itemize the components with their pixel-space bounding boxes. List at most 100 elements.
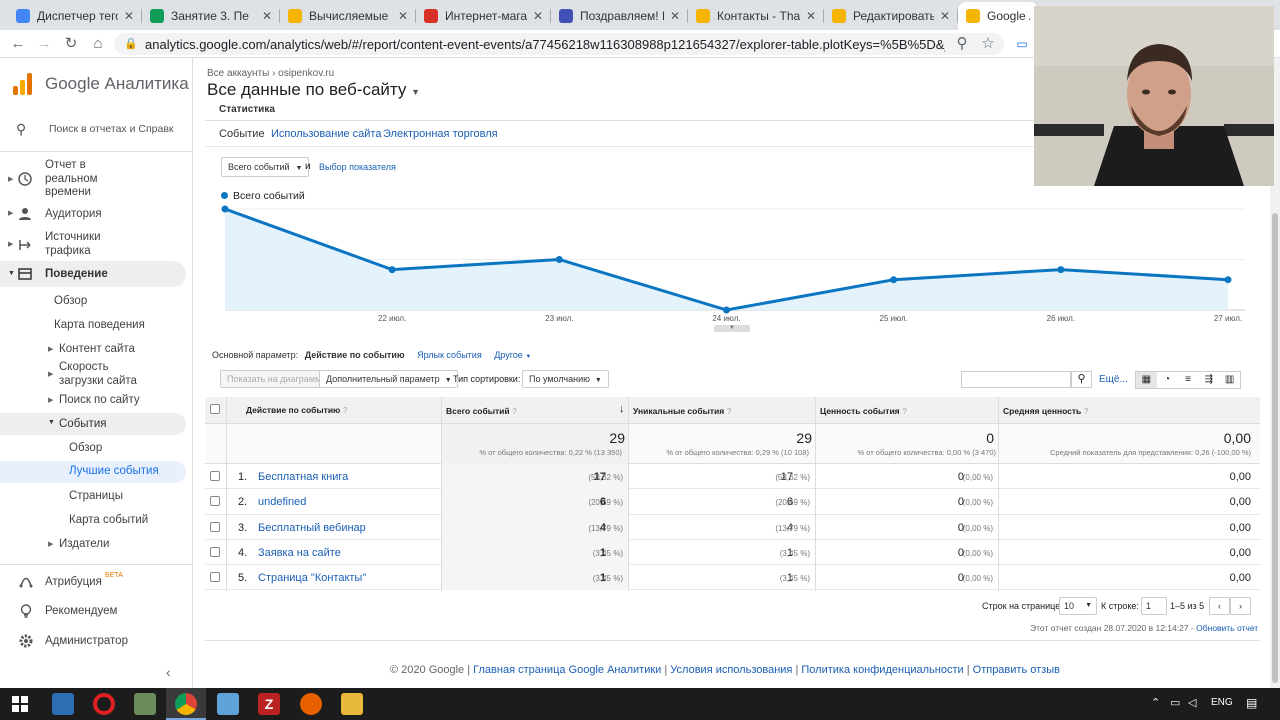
reload-icon[interactable]: ↻ [61, 34, 81, 54]
nav-site-content[interactable]: ▶ Контент сайта [0, 342, 186, 358]
nav-events-overview[interactable]: Обзор [0, 441, 186, 457]
search-icon[interactable]: ⚲ [1071, 371, 1092, 388]
breadcrumb-all-accounts[interactable]: Все аккаунты [207, 68, 269, 79]
nav-behavior-overview[interactable]: Обзор [0, 294, 186, 310]
firefox-icon[interactable] [300, 693, 322, 715]
home-icon[interactable]: ⌂ [88, 34, 108, 54]
dim-event-label[interactable]: Ярлык события [417, 350, 482, 360]
file-explorer-icon[interactable] [341, 693, 363, 715]
more-link[interactable]: Ещё... [1099, 374, 1128, 385]
nav-discover[interactable]: Рекомендуем [0, 602, 186, 620]
nav-acquisition[interactable]: ▶ Источники трафика [0, 229, 186, 259]
chart-point[interactable] [890, 276, 898, 284]
col-header-total-events[interactable]: Всего событий ? [446, 406, 517, 416]
collapse-sidebar-icon[interactable]: ‹ [166, 664, 171, 680]
dim-event-action[interactable]: Действие по событию [305, 350, 405, 360]
close-tab-icon[interactable]: ✕ [256, 9, 272, 23]
close-tab-icon[interactable]: ✕ [118, 9, 134, 23]
row-checkbox[interactable] [210, 471, 220, 481]
col-header-unique-events[interactable]: Уникальные события ? [633, 406, 732, 416]
pie-view-icon[interactable]: ◔ [1157, 372, 1178, 388]
nav-pages[interactable]: Страницы [0, 489, 186, 505]
sort-desc-icon[interactable]: ↓ [619, 403, 625, 415]
row-checkbox[interactable] [210, 572, 220, 583]
nav-realtime[interactable]: ▶ Отчет в реальном времени [0, 158, 186, 200]
language-indicator[interactable]: ENG [1211, 697, 1233, 708]
search-reports-input[interactable]: Поиск в отчетах и Справке [49, 123, 174, 135]
extension-icon[interactable]: ▭ [1012, 34, 1032, 54]
refresh-report-link[interactable]: Обновить отчет [1196, 623, 1258, 633]
breadcrumb-site[interactable]: osipenkov.ru [278, 68, 334, 79]
app-icon[interactable] [134, 693, 156, 715]
chart-point[interactable] [1224, 276, 1232, 284]
next-page-icon[interactable]: › [1230, 597, 1251, 615]
tray-chevron-icon[interactable]: ⌃ [1151, 696, 1160, 709]
address-bar[interactable]: 🔒 analytics.google.com/analytics/web/#/r… [114, 33, 1004, 55]
windows-start-icon[interactable] [12, 696, 28, 712]
rows-per-page-select[interactable]: 10 ▼ [1059, 597, 1097, 615]
chrome-icon[interactable] [175, 693, 197, 715]
close-tab-icon[interactable]: ✕ [800, 9, 816, 23]
browser-tab[interactable]: Занятие 3. Пе ✕ [142, 2, 280, 30]
chart-resize-handle[interactable]: ▼ [714, 325, 750, 332]
secondary-dimension-select[interactable]: Дополнительный параметр ▼ [319, 370, 458, 388]
tab-event[interactable]: Событие [219, 128, 265, 140]
show-on-chart-button[interactable]: Показать на диаграмме [220, 370, 334, 388]
close-tab-icon[interactable]: ✕ [527, 9, 543, 23]
metric-select[interactable]: Всего событий ▼ [221, 157, 310, 177]
opera-icon[interactable] [93, 693, 115, 715]
browser-tab[interactable]: Контакты - Thank✕ [688, 2, 824, 30]
sort-type-select[interactable]: По умолчанию ▼ [522, 370, 609, 388]
nav-top-events[interactable]: Лучшие события [0, 461, 186, 483]
event-action-link[interactable]: Бесплатная книга [258, 471, 348, 483]
chart-point[interactable] [1057, 266, 1065, 274]
browser-tab[interactable]: Поздравляем! Ва✕ [551, 2, 688, 30]
comparison-view-icon[interactable]: ⇶ [1198, 372, 1219, 388]
close-tab-icon[interactable]: ✕ [934, 9, 950, 23]
tab-ecommerce[interactable]: Электронная торговля [383, 128, 498, 140]
forward-icon[interactable]: → [34, 34, 54, 54]
bookmark-star-icon[interactable]: ☆ [978, 34, 998, 54]
nav-attribution[interactable]: Атрибуция БЕТА [0, 572, 186, 590]
footer-home-link[interactable]: Главная страница Google Аналитики [473, 664, 661, 676]
footer-feedback-link[interactable]: Отправить отзыв [973, 664, 1060, 676]
chart-point[interactable] [555, 256, 563, 263]
performance-view-icon[interactable]: ≡ [1178, 372, 1199, 388]
nav-events[interactable]: ▼ События [0, 413, 186, 435]
pivot-view-icon[interactable]: ▥ [1219, 372, 1240, 388]
chart-point[interactable] [388, 266, 396, 274]
network-icon[interactable]: ▭ [1170, 696, 1180, 709]
zoom-icon[interactable]: ⚲ [952, 34, 972, 54]
event-action-link[interactable]: Страница "Контакты" [258, 572, 366, 584]
row-checkbox[interactable] [210, 521, 220, 532]
nav-audience[interactable]: ▶ Аудитория [0, 205, 186, 223]
close-tab-icon[interactable]: ✕ [664, 9, 680, 23]
goto-row-input[interactable]: 1 [1141, 597, 1167, 615]
back-icon[interactable]: ← [8, 34, 28, 54]
footer-privacy-link[interactable]: Политика конфиденциальности [801, 664, 963, 676]
notepad-icon[interactable] [217, 693, 239, 715]
nav-events-flow[interactable]: Карта событий [0, 513, 186, 529]
event-action-link[interactable]: Заявка на сайте [258, 547, 341, 559]
browser-tab[interactable]: Редактировать ко✕ [824, 2, 958, 30]
tab-site-usage[interactable]: Использование сайта [271, 128, 381, 140]
calculator-icon[interactable] [52, 693, 74, 715]
chart-point[interactable] [221, 205, 229, 213]
nav-admin[interactable]: Администратор [0, 632, 186, 650]
prev-page-icon[interactable]: ‹ [1209, 597, 1230, 615]
view-selector[interactable]: Все данные по веб-сайту ▼ [207, 80, 420, 100]
choose-metric-link[interactable]: Выбор показателя [319, 162, 396, 172]
chart-point[interactable] [723, 306, 730, 314]
col-header-avg-value[interactable]: Средняя ценность ? [1003, 406, 1089, 416]
browser-tab[interactable]: Вычисляемые по✕ [280, 2, 416, 30]
nav-site-search[interactable]: ▶ Поиск по сайту [0, 393, 186, 409]
browser-tab[interactable]: Google Ан [958, 2, 1038, 30]
table-view-icon[interactable]: ▦ [1136, 372, 1157, 388]
table-filter-input[interactable] [961, 371, 1071, 388]
event-action-link[interactable]: Бесплатный вебинар [258, 522, 366, 534]
dim-other[interactable]: Другое [494, 350, 523, 360]
nav-behavior[interactable]: ▼ Поведение [0, 261, 186, 287]
col-header-event-value[interactable]: Ценность события ? [820, 406, 907, 416]
col-header-event-action[interactable]: Действие по событию ? [246, 405, 348, 415]
footer-terms-link[interactable]: Условия использования [670, 664, 792, 676]
